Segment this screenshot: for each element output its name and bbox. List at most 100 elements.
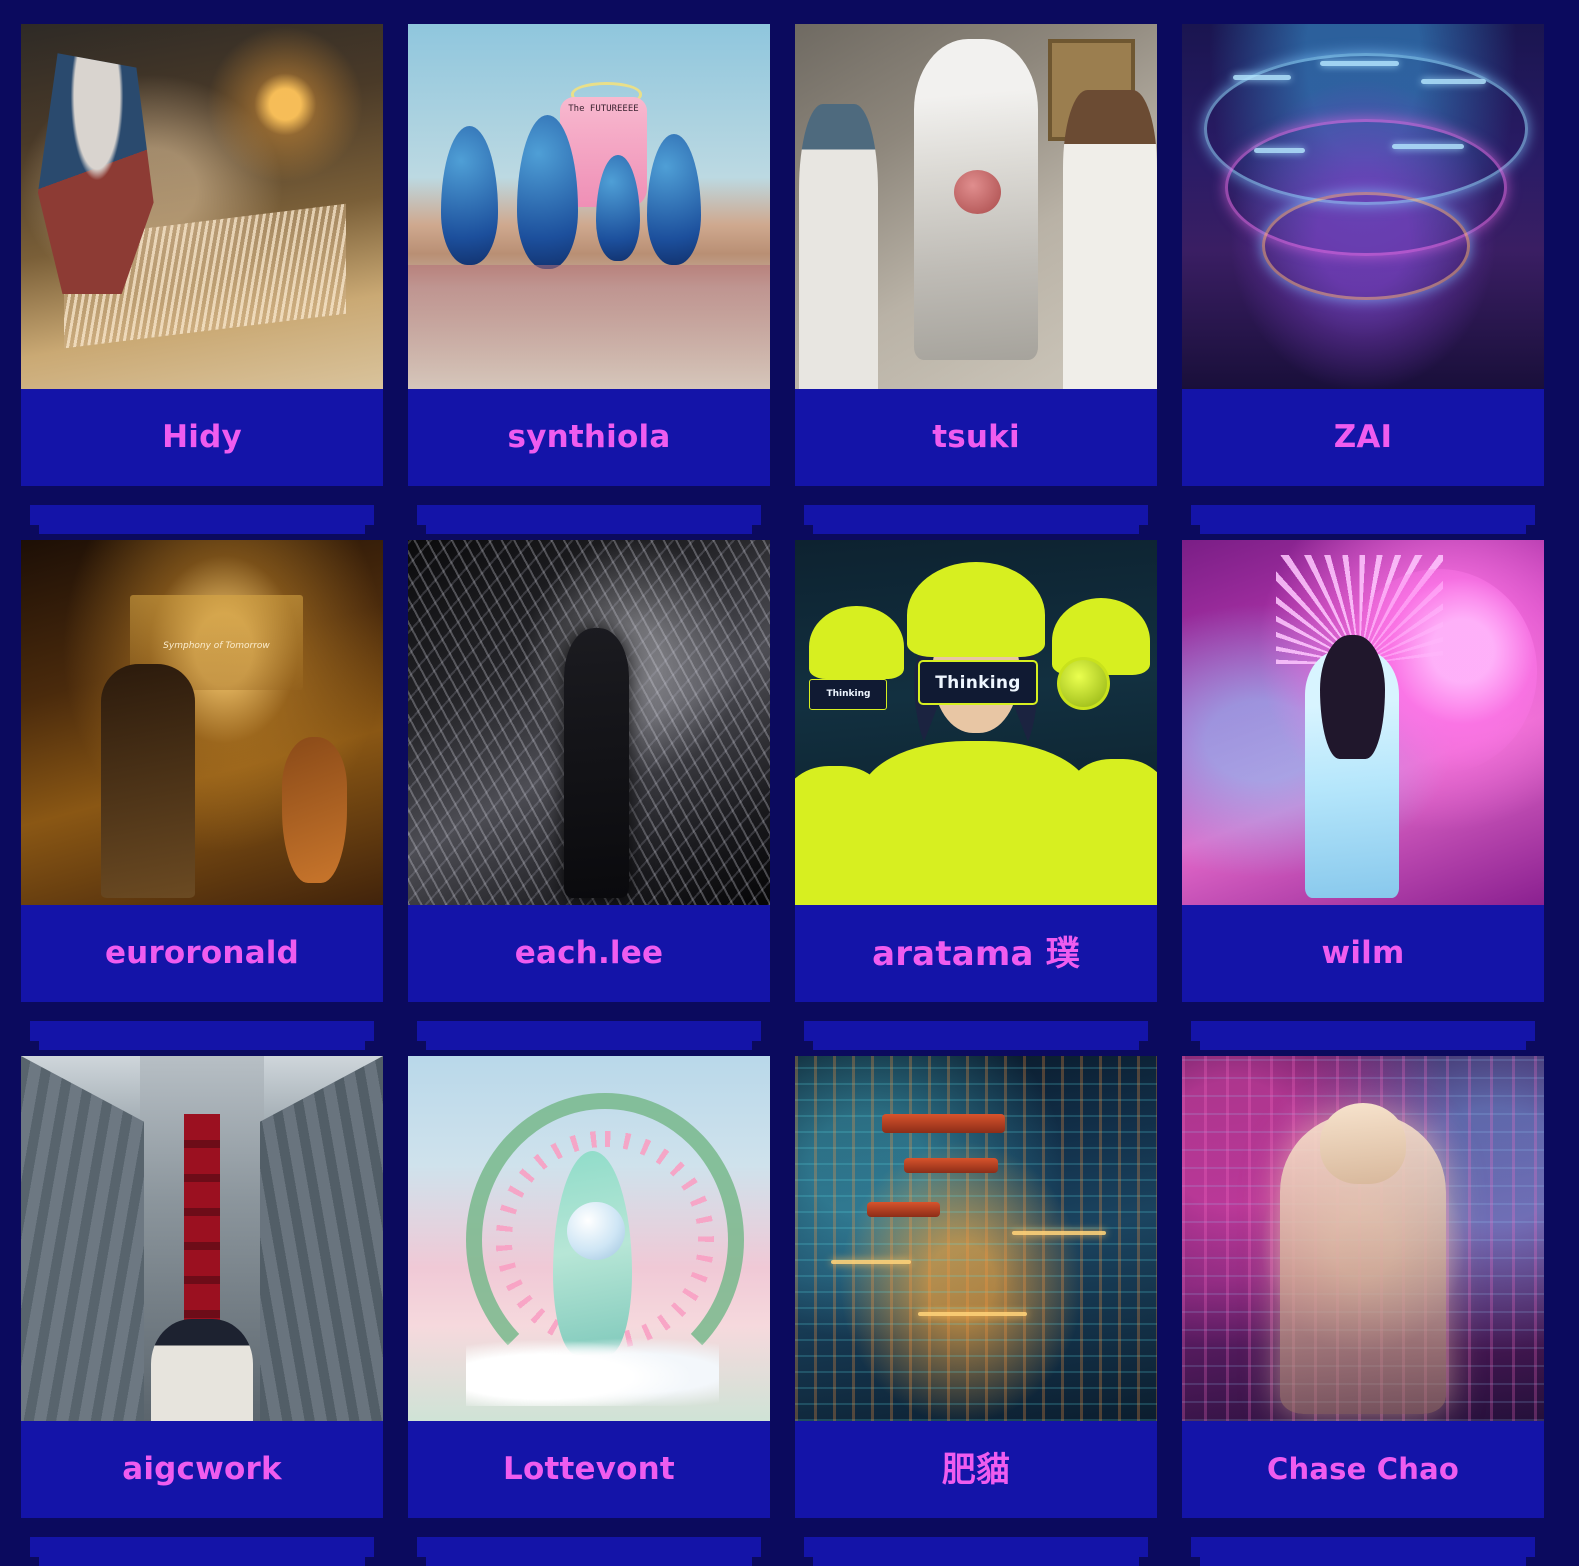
card-step-shadow-lower bbox=[39, 1546, 365, 1566]
creator-card[interactable]: Chase Chao bbox=[1182, 1056, 1544, 1566]
creator-card[interactable]: Lottevont bbox=[408, 1056, 770, 1566]
artwork-thumbnail[interactable] bbox=[1182, 540, 1544, 905]
neon-light bbox=[1254, 148, 1306, 154]
card-step-shadow-lower bbox=[1200, 514, 1526, 534]
artwork-image-blue-blob-creatures-salt-flat: The FUTUREEEE bbox=[408, 24, 770, 389]
visor-left: Thinking bbox=[809, 678, 888, 710]
creator-card[interactable]: 肥貓 bbox=[795, 1056, 1157, 1566]
creator-username: Lottevont bbox=[503, 1451, 675, 1487]
username-plate[interactable]: ZAI bbox=[1182, 389, 1544, 486]
card-step-shadow-lower bbox=[39, 514, 365, 534]
artwork-thumbnail[interactable]: Symphony of Tomorrow bbox=[21, 540, 383, 905]
card-step-shadow-lower bbox=[426, 1030, 752, 1050]
username-plate[interactable]: 肥貓 bbox=[795, 1421, 1157, 1518]
visor-main: Thinking bbox=[918, 660, 1038, 705]
creator-username: euroronald bbox=[104, 935, 300, 971]
username-plate[interactable]: synthiola bbox=[408, 389, 770, 486]
username-plate[interactable]: wilm bbox=[1182, 905, 1544, 1002]
creator-card[interactable]: wilm bbox=[1182, 540, 1544, 1050]
artwork-thumbnail[interactable] bbox=[408, 1056, 770, 1421]
red-stripe bbox=[183, 1114, 221, 1327]
creator-card[interactable]: ZAI bbox=[1182, 24, 1544, 534]
card-step-shadow-lower bbox=[426, 1546, 752, 1566]
creator-card[interactable]: Symphony of Tomorrow euroronald bbox=[21, 540, 383, 1050]
blob-creature bbox=[646, 133, 702, 265]
card-step-shadow-lower bbox=[813, 514, 1139, 534]
cloud-base bbox=[465, 1333, 720, 1407]
neon-sign bbox=[1012, 1231, 1107, 1236]
artwork-image-conductor-orchestra-golden: Symphony of Tomorrow bbox=[21, 540, 383, 905]
neon-light bbox=[1420, 78, 1487, 84]
buddha-head bbox=[1319, 1103, 1407, 1184]
creator-username: synthiola bbox=[507, 419, 671, 455]
username-plate[interactable]: aratama 璞 bbox=[795, 905, 1157, 1002]
username-plate[interactable]: Hidy bbox=[21, 389, 383, 486]
creator-gallery-grid: Hidy The FUTUREEEE synthiola tsuki ZAI S… bbox=[0, 0, 1579, 1566]
artwork-image-neon-thinking-visor-crowd: Thinking Thinking bbox=[795, 540, 1157, 905]
conductor-figure bbox=[100, 664, 195, 898]
card-step-shadow-lower bbox=[813, 1030, 1139, 1050]
card-step-shadow-lower bbox=[1200, 1546, 1526, 1566]
water-reflection bbox=[408, 264, 770, 389]
artwork-image-pastel-floral-arch-dragon bbox=[408, 1056, 770, 1421]
creator-username: wilm bbox=[1321, 935, 1405, 971]
artwork-image-neon-cyber-colosseum bbox=[1182, 24, 1544, 389]
pagoda-roof bbox=[867, 1202, 940, 1217]
artwork-thumbnail[interactable]: The FUTUREEEE bbox=[408, 24, 770, 389]
artwork-thumbnail[interactable] bbox=[408, 540, 770, 905]
cello-instrument bbox=[281, 737, 347, 884]
username-plate[interactable]: Chase Chao bbox=[1182, 1421, 1544, 1518]
username-plate[interactable]: euroronald bbox=[21, 905, 383, 1002]
creator-card[interactable]: aigcwork bbox=[21, 1056, 383, 1566]
jar-label-text: The FUTUREEEE bbox=[568, 104, 639, 114]
card-step-shadow-lower bbox=[813, 1546, 1139, 1566]
artwork-image-humanoid-robot-gallery bbox=[795, 24, 1157, 389]
artwork-thumbnail[interactable] bbox=[21, 24, 383, 389]
hair bbox=[1319, 634, 1385, 759]
creator-card[interactable]: The FUTUREEEE synthiola bbox=[408, 24, 770, 534]
neon-light bbox=[1232, 75, 1291, 81]
artwork-thumbnail[interactable] bbox=[21, 1056, 383, 1421]
stage-screen-text: Symphony of Tomorrow bbox=[163, 640, 270, 651]
creator-username: Chase Chao bbox=[1267, 1452, 1459, 1486]
username-plate[interactable]: aigcwork bbox=[21, 1421, 383, 1518]
card-step-shadow-lower bbox=[1200, 1030, 1526, 1050]
pagoda-roof bbox=[903, 1158, 998, 1173]
creator-card[interactable]: tsuki bbox=[795, 24, 1157, 534]
creator-username: 肥貓 bbox=[941, 1449, 1011, 1490]
helmet-left bbox=[809, 605, 904, 679]
neon-sign bbox=[918, 1311, 1027, 1316]
helmet-main bbox=[907, 561, 1045, 657]
username-plate[interactable]: Lottevont bbox=[408, 1421, 770, 1518]
creator-username: ZAI bbox=[1333, 419, 1393, 455]
jacket-main bbox=[860, 740, 1092, 905]
username-plate[interactable]: tsuki bbox=[795, 389, 1157, 486]
artwork-thumbnail[interactable]: Thinking Thinking bbox=[795, 540, 1157, 905]
creator-username: each.lee bbox=[514, 935, 664, 971]
artwork-image-brutalist-corridor-worms-eye bbox=[21, 1056, 383, 1421]
ear-module bbox=[1056, 656, 1110, 711]
creator-username: Hidy bbox=[162, 419, 242, 455]
neon-light bbox=[1319, 60, 1400, 66]
card-step-shadow-lower bbox=[426, 514, 752, 534]
neon-light bbox=[1391, 144, 1465, 150]
person-left bbox=[798, 104, 879, 389]
artwork-image-pink-neon-dragon-parade bbox=[1182, 540, 1544, 905]
arena-ring bbox=[1261, 191, 1471, 301]
creator-card[interactable]: Thinking Thinking aratama 璞 bbox=[795, 540, 1157, 1050]
person-right bbox=[1062, 89, 1157, 389]
creator-username: aigcwork bbox=[122, 1451, 282, 1487]
artwork-thumbnail[interactable] bbox=[795, 24, 1157, 389]
latex-figure bbox=[563, 627, 629, 898]
blob-creature bbox=[440, 126, 499, 265]
neon-sign bbox=[831, 1260, 911, 1265]
artwork-thumbnail[interactable] bbox=[1182, 24, 1544, 389]
tower-right bbox=[259, 1056, 383, 1421]
artwork-thumbnail[interactable] bbox=[795, 1056, 1157, 1421]
artwork-thumbnail[interactable] bbox=[1182, 1056, 1544, 1421]
creator-card[interactable]: each.lee bbox=[408, 540, 770, 1050]
tower-left bbox=[21, 1056, 145, 1421]
creator-card[interactable]: Hidy bbox=[21, 24, 383, 534]
username-plate[interactable]: each.lee bbox=[408, 905, 770, 1002]
creator-username: aratama 璞 bbox=[872, 933, 1080, 974]
